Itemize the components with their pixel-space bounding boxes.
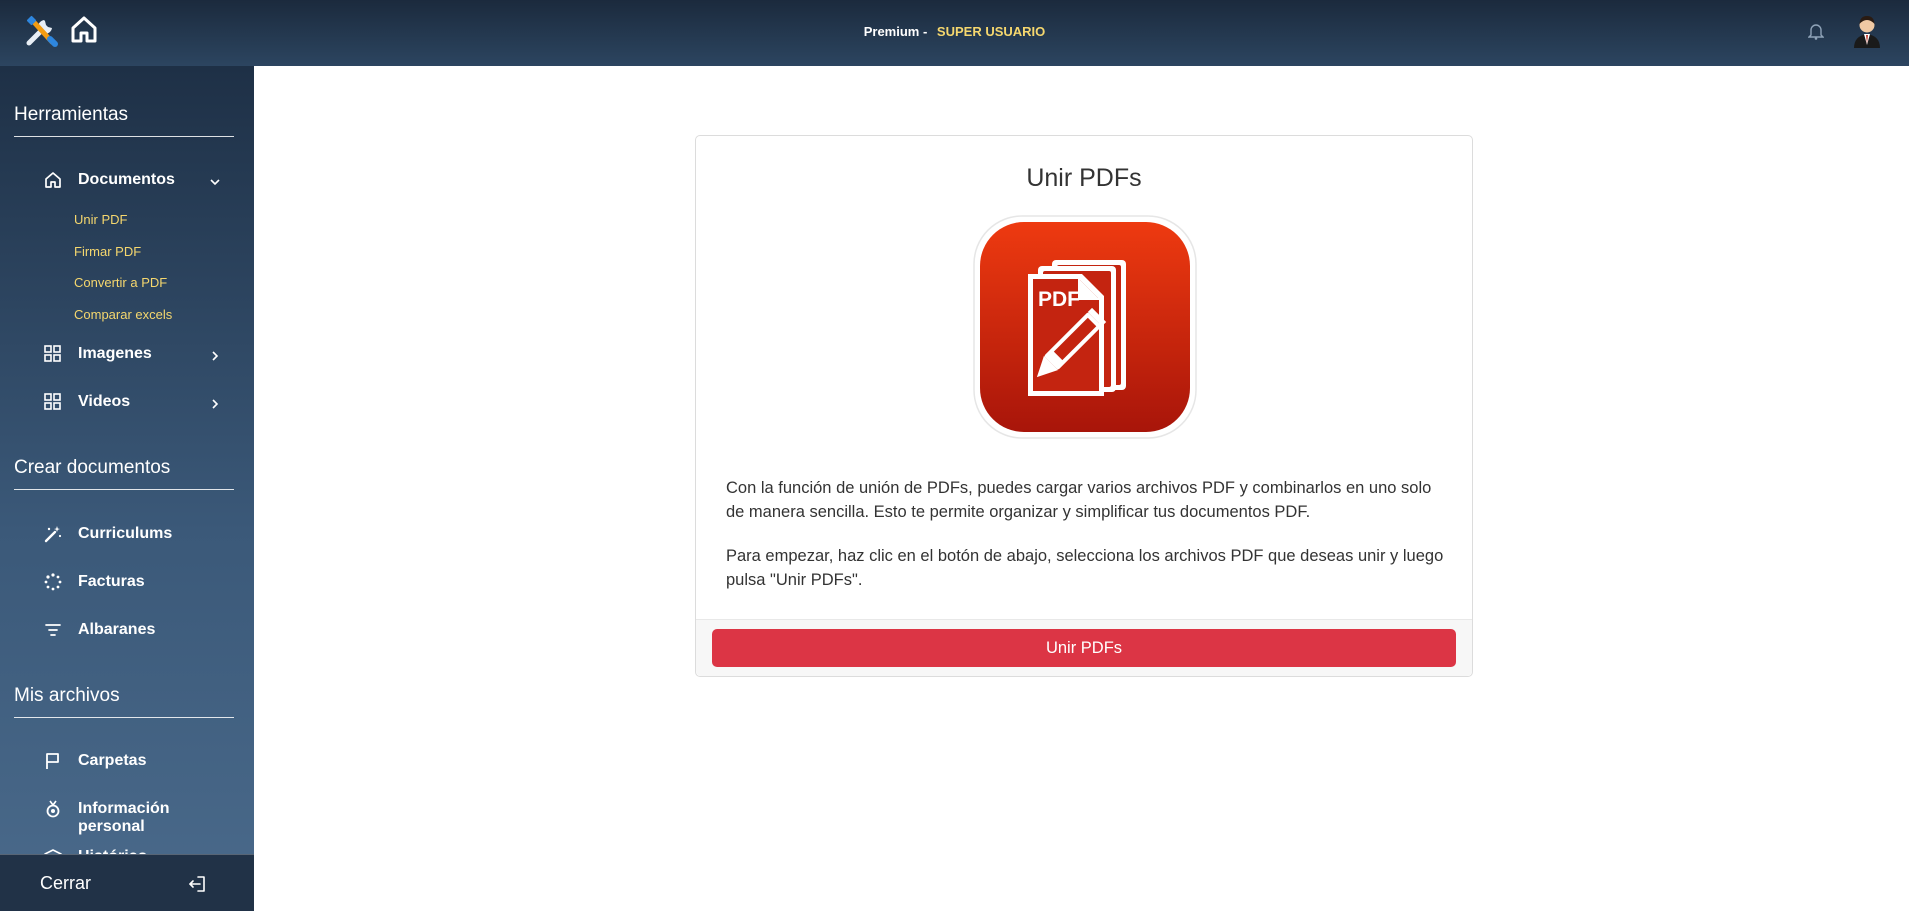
logout-icon [188,875,206,893]
card-title: Unir PDFs [1026,164,1142,192]
sidebar-item-videos[interactable]: Videos [44,392,224,418]
sidebar-item-albaranes[interactable]: Albaranes [44,620,224,646]
flag-icon [44,752,62,770]
sidebar-item-label: Albaranes [78,621,156,638]
user-role: SUPER USUARIO [936,24,1046,39]
section-title-crear-documentos: Crear documentos [14,457,234,490]
filter-icon [44,621,62,639]
section-title-mis-archivos: Mis archivos [14,685,234,718]
submenu-convertir-pdf[interactable]: Convertir a PDF [74,275,167,290]
sidebar: Herramientas Documentos Unir PDF Firmar … [0,66,254,911]
submenu-comparar-excels[interactable]: Comparar excels [74,307,172,322]
submenu-unir-pdf[interactable]: Unir PDF [74,212,127,227]
chevron-right-icon [210,396,220,409]
badge-icon [44,800,62,818]
account-status: Premium - SUPER USUARIO [0,24,1909,39]
plan-label: Premium - [863,24,928,39]
pdf-editor-icon: PDF [972,214,1198,440]
sidebar-item-informacion-personal[interactable]: Información personal [44,799,224,835]
sidebar-footer: Cerrar [0,854,254,911]
merge-pdfs-button[interactable]: Unir PDFs [712,629,1456,667]
section-title-herramientas: Herramientas [14,104,234,137]
loader-icon [44,573,62,591]
sidebar-item-curriculums[interactable]: Curriculums [44,524,224,550]
card-description-1: Con la función de unión de PDFs, puedes … [726,479,1432,521]
sidebar-item-carpetas[interactable]: Carpetas [44,751,224,777]
logout-button[interactable]: Cerrar [0,855,254,911]
merge-pdf-card: Unir PDFs PDF Con la función de unión de… [695,135,1473,677]
sidebar-item-facturas[interactable]: Facturas [44,572,224,598]
magic-wand-icon [44,525,62,543]
grid-icon [44,393,62,411]
card-footer: Unir PDFs [696,619,1472,676]
logout-label: Cerrar [40,873,92,893]
pdf-logo-text: PDF [1038,288,1080,311]
card-description-2: Para empezar, haz clic en el botón de ab… [726,547,1444,589]
sidebar-item-label: Información personal [78,800,170,835]
sidebar-item-documentos[interactable]: Documentos [44,170,224,196]
sidebar-item-label: Imagenes [78,345,152,362]
user-avatar[interactable] [1852,12,1882,48]
sidebar-item-label: Videos [78,393,131,410]
bell-icon[interactable] [1807,22,1825,40]
sidebar-item-label: Facturas [78,573,145,590]
grid-icon [44,345,62,363]
home-icon [44,171,62,189]
top-navbar: Premium - SUPER USUARIO [0,0,1909,66]
sidebar-item-imagenes[interactable]: Imagenes [44,344,224,370]
sidebar-item-label: Documentos [78,171,175,188]
sidebar-item-label: Curriculums [78,525,173,542]
chevron-right-icon [210,348,220,361]
sidebar-item-label: Carpetas [78,752,147,769]
chevron-down-icon [210,174,220,186]
submenu-firmar-pdf[interactable]: Firmar PDF [74,244,141,259]
